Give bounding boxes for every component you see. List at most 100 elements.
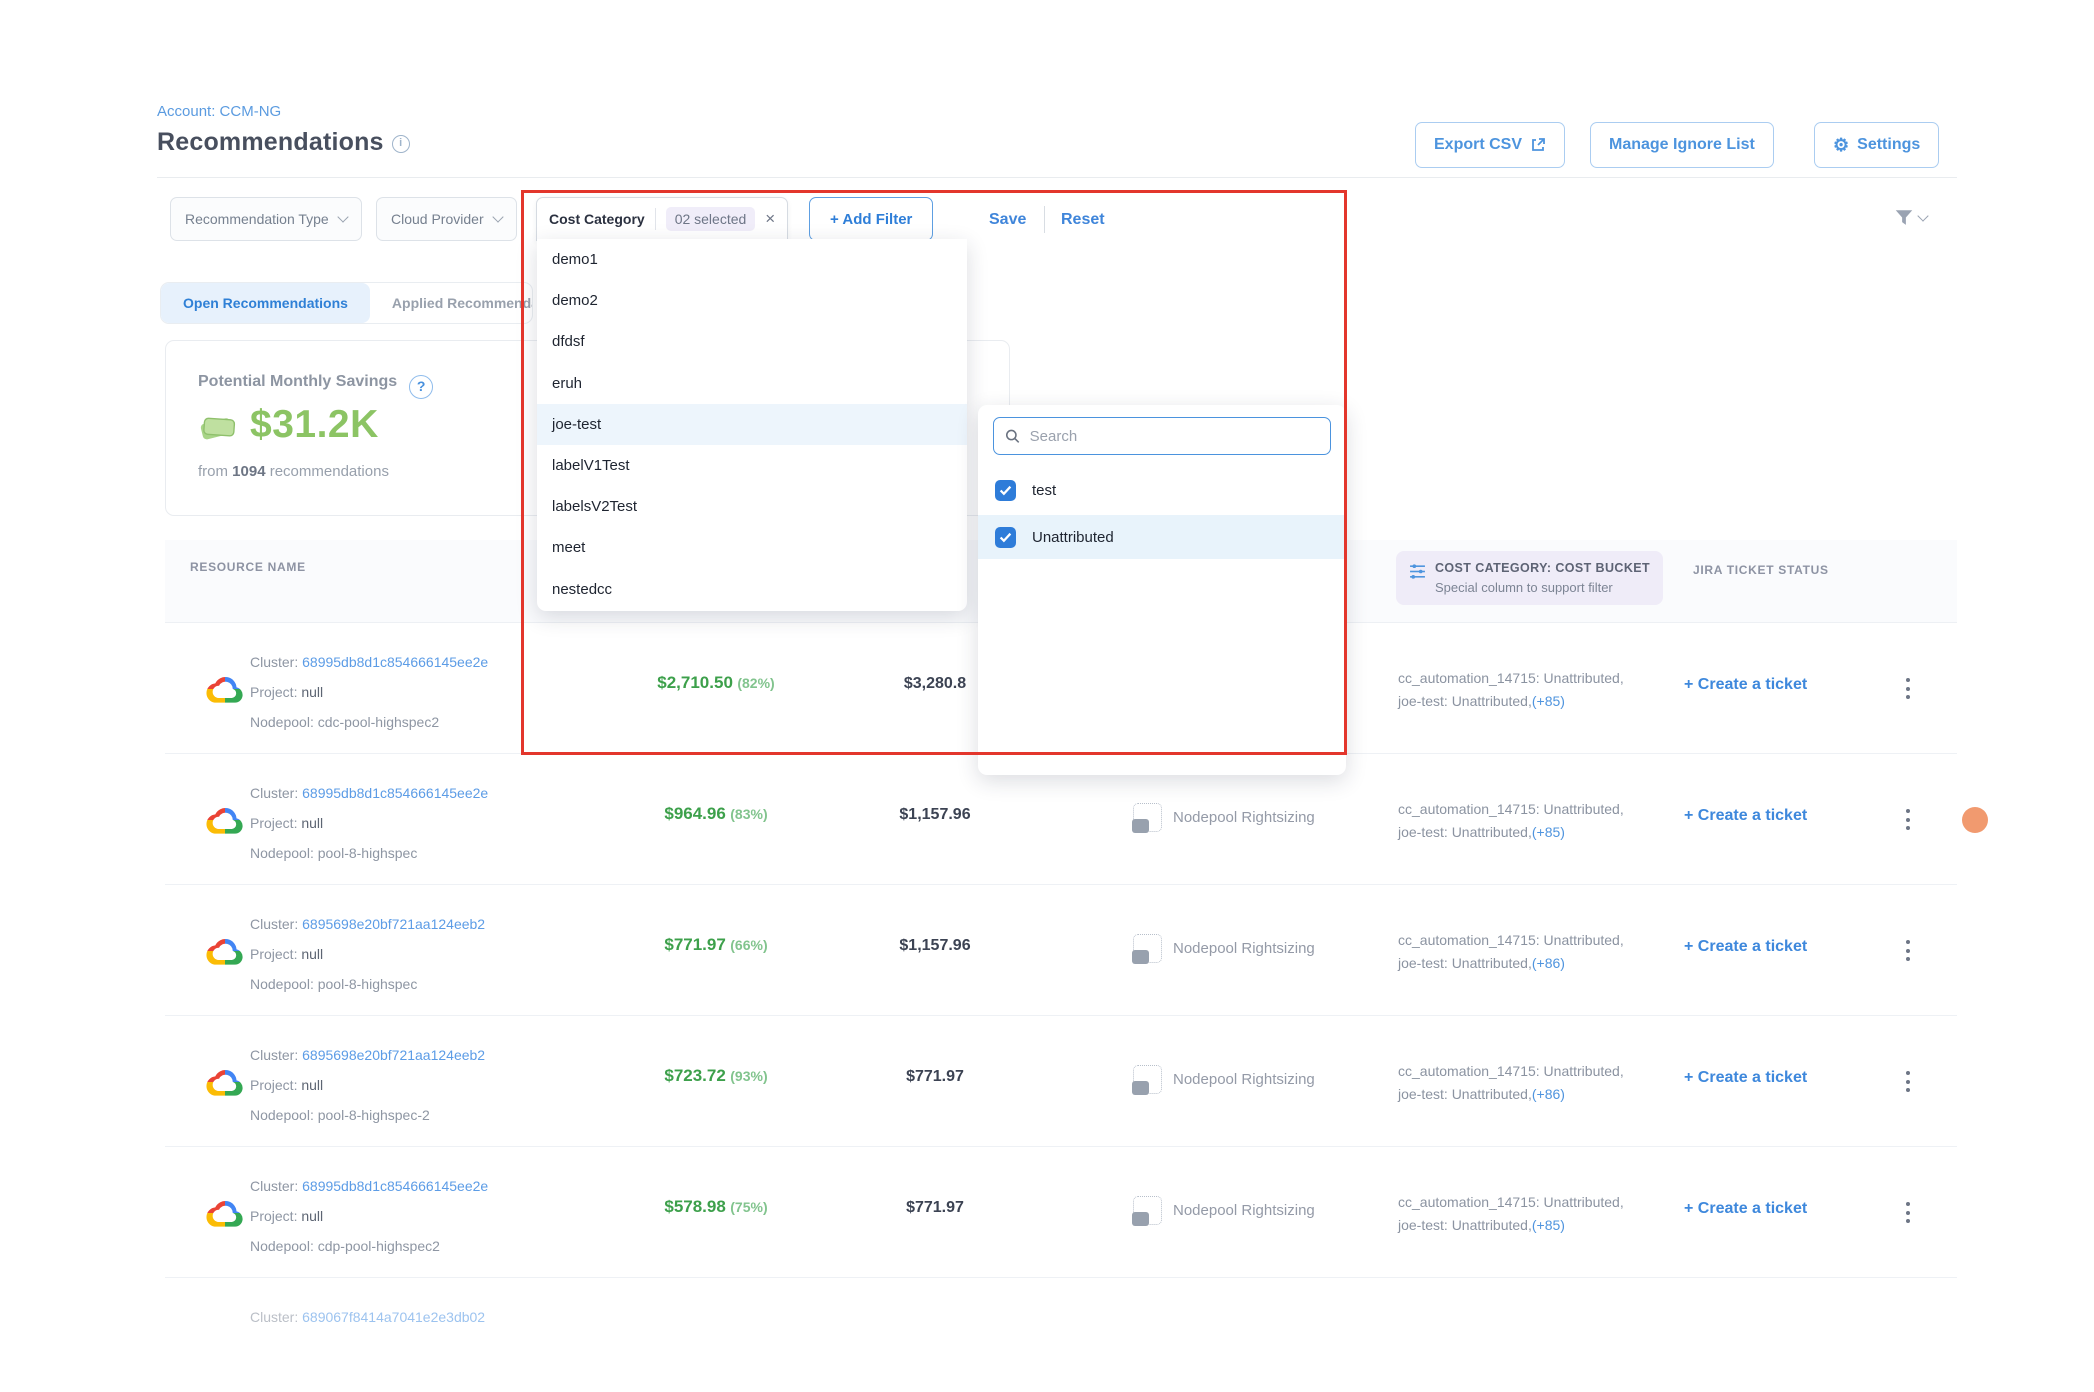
recommendation-type-cell: Nodepool Rightsizing <box>1133 1196 1315 1225</box>
export-csv-label: Export CSV <box>1434 136 1522 154</box>
floating-help-dot[interactable] <box>1962 807 1988 833</box>
column-header-jira-status: JIRA TICKET STATUS <box>1693 563 1829 577</box>
nodepool-icon <box>1133 1196 1162 1225</box>
create-ticket-button[interactable]: + Create a ticket <box>1684 1069 1807 1087</box>
monthly-cost-cell: $1,157.96 <box>855 937 1015 955</box>
manage-ignore-list-label: Manage Ignore List <box>1609 136 1755 154</box>
more-buckets-link[interactable]: (+85) <box>1532 824 1565 840</box>
monthly-cost-cell: $771.97 <box>855 1068 1015 1086</box>
filter-panel-toggle[interactable] <box>1893 207 1927 229</box>
cluster-link[interactable]: 6895698e20bf721aa124eeb2 <box>302 1047 485 1063</box>
money-icon <box>196 405 240 445</box>
savings-amount: $31.2K <box>250 403 379 447</box>
tab-applied-recommendations[interactable]: Applied Recommendations <box>370 283 532 323</box>
dropdown-item[interactable]: demo2 <box>537 280 967 321</box>
checkbox-checked-icon[interactable] <box>995 527 1016 548</box>
monthly-cost-cell: $771.97 <box>855 1199 1015 1217</box>
cluster-link[interactable]: 68995db8d1c854666145ee2e <box>302 785 488 801</box>
more-buckets-link[interactable]: (+86) <box>1532 955 1565 971</box>
cluster-link[interactable]: 689067f8414a7041e2e3db02 <box>302 1309 485 1325</box>
cluster-link[interactable]: 68995db8d1c854666145ee2e <box>302 1178 488 1194</box>
dropdown-item-highlighted[interactable]: joe-test <box>537 404 967 445</box>
resource-name-cell: Cluster: 68995db8d1c854666145ee2e Projec… <box>250 1171 488 1261</box>
sliders-icon <box>1409 563 1426 580</box>
create-ticket-button[interactable]: + Create a ticket <box>1684 676 1807 694</box>
bucket-option-test[interactable]: test <box>978 468 1346 512</box>
gcp-cloud-icon <box>203 933 247 969</box>
resource-name-cell: Cluster: 68995db8d1c854666145ee2e Projec… <box>250 647 488 737</box>
bucket-option-label: test <box>1032 482 1056 499</box>
nodepool-icon <box>1133 803 1162 832</box>
create-ticket-button[interactable]: + Create a ticket <box>1684 938 1807 956</box>
breadcrumb-account[interactable]: Account: CCM-NG <box>157 103 281 120</box>
cluster-link[interactable]: 6895698e20bf721aa124eeb2 <box>302 916 485 932</box>
table-row[interactable]: Cluster: 68995db8d1c854666145ee2e Projec… <box>165 1147 1957 1278</box>
export-csv-button[interactable]: Export CSV <box>1415 122 1565 168</box>
table-row[interactable]: Cluster: 6895698e20bf721aa124eeb2 Projec… <box>165 885 1957 1016</box>
cost-bucket-dropdown: test Unattributed <box>978 405 1346 775</box>
cost-category-header-title: COST CATEGORY: COST BUCKET <box>1435 561 1650 575</box>
column-header-cost-category[interactable]: COST CATEGORY: COST BUCKET Special colum… <box>1396 551 1663 605</box>
recommendations-tabs: Open Recommendations Applied Recommendat… <box>160 282 533 324</box>
row-menu-icon[interactable] <box>1900 1196 1916 1229</box>
row-menu-icon[interactable] <box>1900 1065 1916 1098</box>
chevron-down-icon <box>492 211 503 222</box>
dropdown-item[interactable]: demo1 <box>537 239 967 280</box>
monthly-savings-cell: $578.98 (75%) <box>616 1197 816 1217</box>
row-menu-icon[interactable] <box>1900 934 1916 967</box>
cloud-provider-filter[interactable]: Cloud Provider <box>376 197 517 241</box>
nodepool-icon <box>1133 934 1162 963</box>
more-buckets-link[interactable]: (+85) <box>1532 693 1565 709</box>
save-filter-button[interactable]: Save <box>989 211 1026 229</box>
cost-category-filter[interactable]: Cost Category 02 selected × <box>536 197 788 241</box>
selected-count-badge: 02 selected <box>666 207 756 231</box>
cluster-link[interactable]: 68995db8d1c854666145ee2e <box>302 654 488 670</box>
recommendation-type-cell: Nodepool Rightsizing <box>1133 1065 1315 1094</box>
add-filter-button[interactable]: + Add Filter <box>809 197 933 241</box>
row-menu-icon[interactable] <box>1900 803 1916 836</box>
add-filter-label: + Add Filter <box>830 211 912 228</box>
resource-name-cell: Cluster: 68995db8d1c854666145ee2e Projec… <box>250 778 488 868</box>
tab-open-recommendations[interactable]: Open Recommendations <box>161 283 370 323</box>
checkbox-checked-icon[interactable] <box>995 480 1016 501</box>
monthly-savings-cell: $723.72 (93%) <box>616 1066 816 1086</box>
search-input[interactable] <box>1030 428 1319 445</box>
gcp-cloud-icon <box>203 671 247 707</box>
recommendation-type-filter[interactable]: Recommendation Type <box>170 197 362 241</box>
settings-label: Settings <box>1857 136 1920 154</box>
more-buckets-link[interactable]: (+85) <box>1532 1217 1565 1233</box>
dropdown-item[interactable]: labelsV2Test <box>537 486 967 527</box>
clear-filter-icon[interactable]: × <box>765 209 775 229</box>
dropdown-item[interactable]: labelV1Test <box>537 445 967 486</box>
monthly-savings-cell: $964.96 (83%) <box>616 804 816 824</box>
info-icon[interactable]: i <box>392 135 410 153</box>
bucket-search[interactable] <box>993 417 1331 455</box>
bucket-option-unattributed[interactable]: Unattributed <box>978 515 1346 559</box>
table-row[interactable]: Cluster: 6895698e20bf721aa124eeb2 Projec… <box>165 1016 1957 1147</box>
manage-ignore-list-button[interactable]: Manage Ignore List <box>1590 122 1774 168</box>
cost-category-header-subtitle: Special column to support filter <box>1435 580 1650 595</box>
reset-filter-button[interactable]: Reset <box>1061 211 1105 229</box>
monthly-savings-cell: $2,710.50 (82%) <box>616 673 816 693</box>
dropdown-item[interactable]: meet <box>537 527 967 568</box>
create-ticket-button[interactable]: + Create a ticket <box>1684 807 1807 825</box>
savings-card-title: Potential Monthly Savings <box>198 373 397 390</box>
gcp-cloud-icon <box>203 1195 247 1231</box>
help-icon[interactable]: ? <box>409 375 433 399</box>
create-ticket-button[interactable]: + Create a ticket <box>1684 1200 1807 1218</box>
cost-category-label: Cost Category <box>549 211 645 227</box>
resource-name-cell: Cluster: 689067f8414a7041e2e3db02 <box>250 1302 485 1332</box>
row-menu-icon[interactable] <box>1900 672 1916 705</box>
search-icon <box>1005 428 1021 445</box>
header-divider <box>157 177 1957 178</box>
monthly-cost-cell: $1,157.96 <box>855 806 1015 824</box>
dropdown-item[interactable]: dfdsf <box>537 321 967 362</box>
gcp-cloud-icon <box>203 1064 247 1100</box>
cost-bucket-cell: cc_automation_14715: Unattributed, joe-t… <box>1398 667 1624 713</box>
dropdown-item[interactable]: nestedcc <box>537 569 967 610</box>
settings-button[interactable]: ⚙ Settings <box>1814 122 1939 168</box>
dropdown-item[interactable]: eruh <box>537 363 967 404</box>
resource-name-cell: Cluster: 6895698e20bf721aa124eeb2 Projec… <box>250 1040 485 1130</box>
more-buckets-link[interactable]: (+86) <box>1532 1086 1565 1102</box>
table-row-partial[interactable]: Cluster: 689067f8414a7041e2e3db02 <box>165 1278 1957 1338</box>
